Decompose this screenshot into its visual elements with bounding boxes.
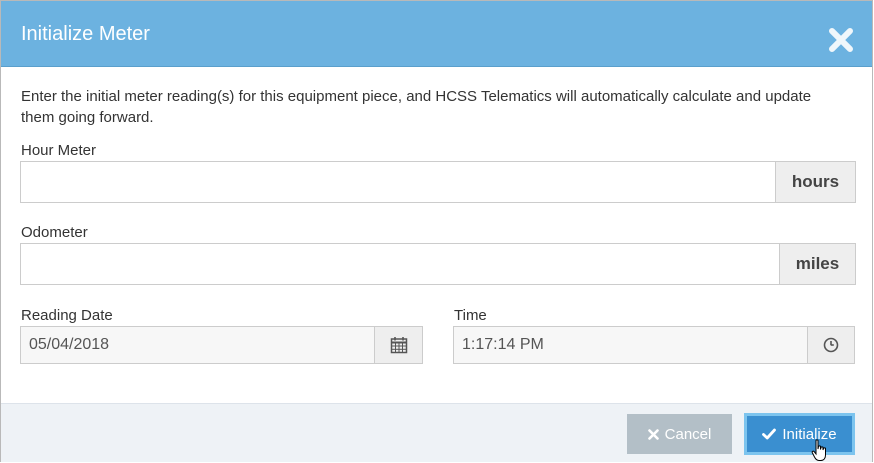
hand-pointer-cursor-icon <box>811 439 826 461</box>
time-input[interactable] <box>453 326 808 364</box>
dialog-title: Initialize Meter <box>21 23 150 45</box>
time-label: Time <box>454 307 487 324</box>
intro-text: Enter the initial meter reading(s) for t… <box>21 88 812 126</box>
initialize-meter-dialog: Initialize Meter Enter the initial meter… <box>0 0 873 462</box>
checkmark-icon <box>762 428 777 440</box>
dialog-body: Enter the initial meter reading(s) for t… <box>1 67 872 403</box>
reading-date-input[interactable] <box>20 326 375 364</box>
dialog-header: Initialize Meter <box>1 1 872 67</box>
calendar-button[interactable] <box>374 326 423 364</box>
miles-unit-label: miles <box>795 254 840 273</box>
close-icon[interactable] <box>828 27 854 53</box>
miles-unit-addon: miles <box>779 243 856 285</box>
hour-meter-input[interactable] <box>20 161 776 203</box>
dialog-footer: Cancel Initialize <box>1 403 872 462</box>
cancel-button[interactable]: Cancel <box>627 414 732 454</box>
cancel-label: Cancel <box>664 425 712 443</box>
initialize-button[interactable]: Initialize <box>744 413 855 455</box>
hour-meter-label: Hour Meter <box>21 142 97 159</box>
clock-button[interactable] <box>807 326 855 364</box>
hours-unit-label: hours <box>791 172 840 191</box>
clock-icon <box>823 337 839 353</box>
x-icon <box>647 428 659 440</box>
hours-unit-addon: hours <box>775 161 856 203</box>
reading-date-label: Reading Date <box>21 307 113 324</box>
calendar-icon <box>390 337 407 354</box>
odometer-input[interactable] <box>20 243 780 285</box>
odometer-label: Odometer <box>21 224 88 241</box>
